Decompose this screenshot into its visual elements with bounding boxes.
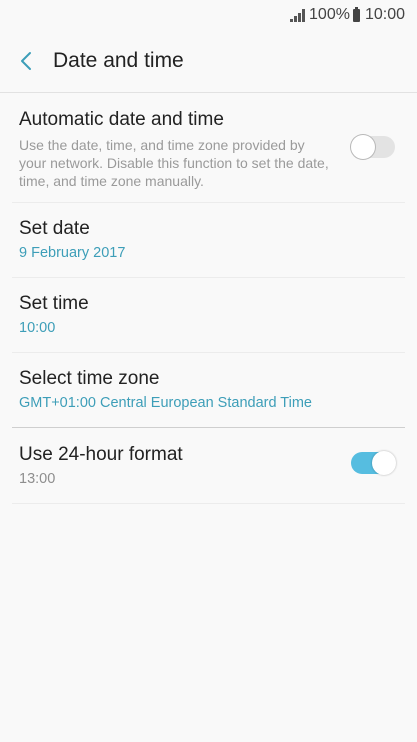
set-time-item[interactable]: Set time 10:00: [12, 278, 405, 353]
set-date-title: Set date: [19, 218, 90, 239]
use-24-hour-format-item[interactable]: Use 24-hour format 13:00: [12, 428, 405, 504]
automatic-date-time-title: Automatic date and time: [19, 109, 224, 130]
set-time-title: Set time: [19, 293, 89, 314]
automatic-date-time-toggle[interactable]: [351, 135, 395, 159]
battery-percentage: 100%: [309, 6, 350, 23]
use-24-hour-format-value: 13:00: [19, 471, 56, 487]
battery-icon: [352, 6, 360, 22]
chevron-left-icon: [21, 52, 31, 70]
toggle-knob: [372, 451, 396, 475]
back-button[interactable]: [16, 46, 36, 76]
page-title: Date and time: [53, 49, 184, 72]
use-24-hour-format-title: Use 24-hour format: [19, 444, 183, 465]
toggle-knob: [351, 135, 375, 159]
automatic-date-time-item[interactable]: Automatic date and time Use the date, ti…: [12, 93, 405, 203]
select-time-zone-title: Select time zone: [19, 368, 160, 389]
select-time-zone-item[interactable]: Select time zone GMT+01:00 Central Europ…: [12, 353, 405, 428]
status-bar: 100% 10:00: [0, 0, 417, 30]
select-time-zone-value: GMT+01:00 Central European Standard Time: [19, 395, 312, 411]
set-time-value: 10:00: [19, 320, 56, 336]
use-24-hour-format-toggle[interactable]: [351, 451, 396, 475]
app-bar: Date and time: [0, 30, 417, 92]
settings-list: Automatic date and time Use the date, ti…: [12, 93, 405, 504]
automatic-date-time-description: Use the date, time, and time zone provid…: [19, 137, 329, 189]
set-date-value: 9 February 2017: [19, 245, 126, 261]
signal-bars-icon: [290, 8, 306, 22]
set-date-item[interactable]: Set date 9 February 2017: [12, 203, 405, 278]
status-time: 10:00: [364, 6, 405, 23]
